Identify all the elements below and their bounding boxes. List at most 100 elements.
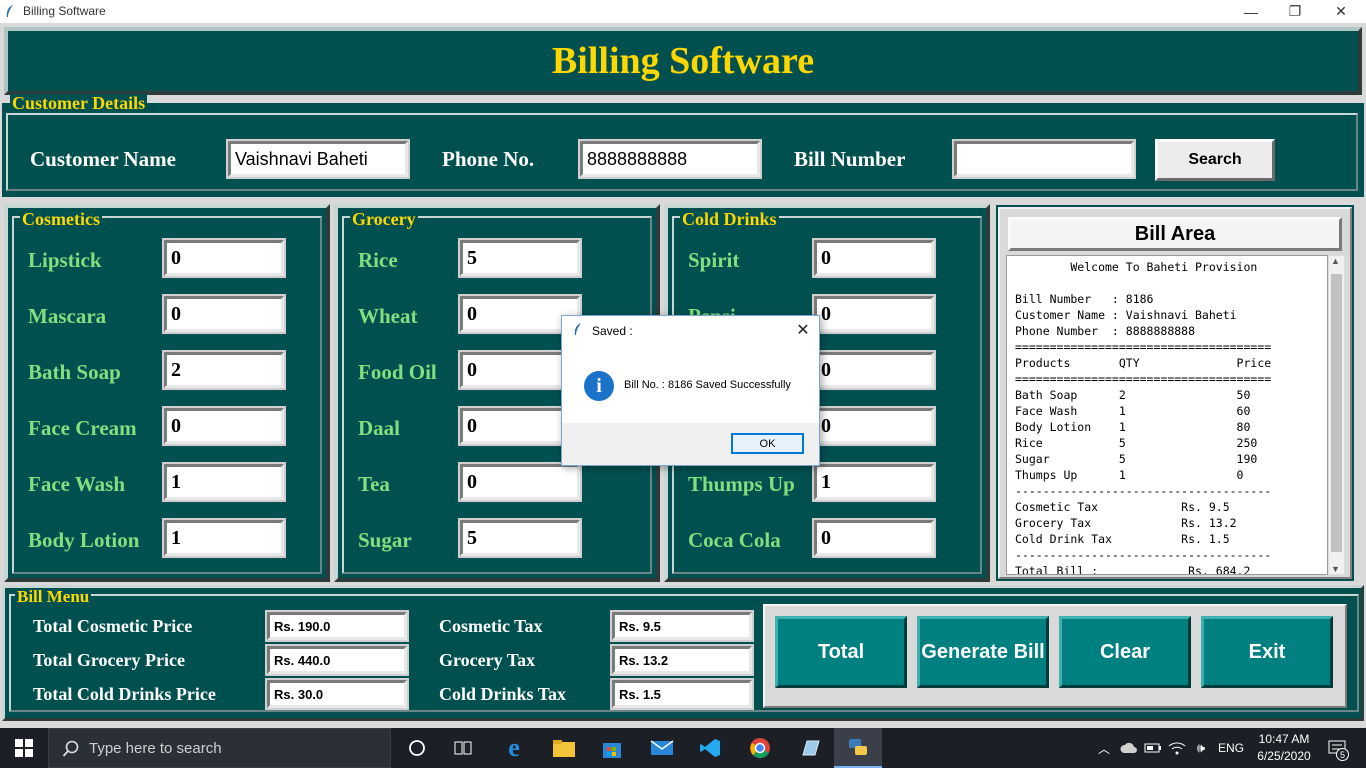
tea-qty-input[interactable]: 0 bbox=[460, 464, 580, 500]
file-explorer-icon[interactable] bbox=[540, 728, 588, 768]
thumps-up-label: Thumps Up bbox=[688, 472, 795, 496]
dialog-title: Saved : bbox=[592, 324, 633, 338]
mail-icon[interactable] bbox=[638, 728, 686, 768]
rice-qty-input[interactable]: 5 bbox=[460, 240, 580, 276]
lipstick-label: Lipstick bbox=[28, 248, 102, 272]
search-icon bbox=[62, 740, 79, 757]
close-window-button[interactable]: ✕ bbox=[1318, 0, 1364, 23]
clock-time: 10:47 AM bbox=[1258, 732, 1310, 746]
bill-buttons-panel: Total Generate Bill Clear Exit bbox=[763, 604, 1347, 708]
coca-cola-qty-input[interactable]: 0 bbox=[814, 520, 934, 556]
bill-menu-frame: Bill Menu Total Cosmetic Price Rs. 190.0… bbox=[2, 585, 1364, 721]
tray-chevron-icon[interactable]: ︿ bbox=[1094, 728, 1114, 768]
face-cream-qty-input[interactable]: 0 bbox=[164, 408, 284, 444]
bill-area-inner: Bill Area Welcome To Baheti Provision Bi… bbox=[998, 207, 1352, 579]
cold-tax-input[interactable]: Rs. 1.5 bbox=[612, 680, 752, 708]
total-cosmetic-label: Total Cosmetic Price bbox=[33, 616, 193, 636]
lipstick-qty-input[interactable]: 0 bbox=[164, 240, 284, 276]
body-lotion-label: Body Lotion bbox=[28, 528, 140, 552]
total-cosmetic-input[interactable]: Rs. 190.0 bbox=[267, 612, 407, 640]
exit-button[interactable]: Exit bbox=[1201, 616, 1333, 688]
cosmetic-tax-label: Cosmetic Tax bbox=[439, 616, 543, 636]
vscode-icon[interactable] bbox=[686, 728, 734, 768]
face-wash-qty-input[interactable]: 1 bbox=[164, 464, 284, 500]
notepad-icon[interactable] bbox=[786, 728, 834, 768]
search-placeholder: Type here to search bbox=[89, 740, 222, 757]
minimize-button[interactable]: — bbox=[1228, 0, 1274, 23]
window-titlebar: Billing Software — ❐ ✕ bbox=[0, 0, 1366, 23]
taskbar-search-box[interactable]: Type here to search bbox=[48, 728, 391, 768]
pepsi-qty-input[interactable]: 0 bbox=[814, 296, 934, 332]
bill-text-area[interactable]: Welcome To Baheti Provision Bill Number … bbox=[1006, 255, 1328, 575]
dialog-footer: OK bbox=[562, 423, 819, 465]
cold-tax-label: Cold Drinks Tax bbox=[439, 684, 567, 704]
thumps-up-qty-input[interactable]: 1 bbox=[814, 464, 934, 500]
chrome-icon[interactable] bbox=[736, 728, 784, 768]
generate-bill-button[interactable]: Generate Bill bbox=[917, 616, 1049, 688]
drink-3-qty-input[interactable]: 0 bbox=[814, 352, 934, 388]
volume-icon[interactable]: 🕪 bbox=[1190, 728, 1212, 768]
cosmetic-tax-input[interactable]: Rs. 9.5 bbox=[612, 612, 752, 640]
face-wash-label: Face Wash bbox=[28, 472, 126, 496]
customer-name-input[interactable]: Vaishnavi Baheti bbox=[228, 141, 408, 177]
notification-count-badge: 5 bbox=[1336, 748, 1349, 761]
drink-4-qty-input[interactable]: 0 bbox=[814, 408, 934, 444]
info-icon: i bbox=[584, 371, 614, 401]
bill-scrollbar[interactable]: ▲ ▼ bbox=[1328, 255, 1345, 575]
total-grocery-label: Total Grocery Price bbox=[33, 650, 185, 670]
notification-icon[interactable]: 5 bbox=[1322, 728, 1352, 768]
bill-number-input[interactable] bbox=[954, 141, 1134, 177]
store-icon[interactable] bbox=[588, 728, 636, 768]
onedrive-icon[interactable] bbox=[1118, 728, 1140, 768]
customer-details-frame: Customer Details Customer Name Vaishnavi… bbox=[2, 94, 1364, 197]
spirit-qty-input[interactable]: 0 bbox=[814, 240, 934, 276]
mascara-qty-input[interactable]: 0 bbox=[164, 296, 284, 332]
total-grocery-input[interactable]: Rs. 440.0 bbox=[267, 646, 407, 674]
python-app-icon[interactable] bbox=[834, 728, 882, 768]
coca-cola-label: Coca Cola bbox=[688, 528, 781, 552]
food-oil-label: Food Oil bbox=[358, 360, 437, 384]
bill-menu-legend: Bill Menu bbox=[15, 587, 92, 606]
total-cold-input[interactable]: Rs. 30.0 bbox=[267, 680, 407, 708]
spirit-label: Spirit bbox=[688, 248, 740, 272]
total-cold-label: Total Cold Drinks Price bbox=[33, 684, 216, 704]
battery-icon[interactable] bbox=[1142, 728, 1164, 768]
grocery-legend: Grocery bbox=[350, 209, 418, 229]
daal-label: Daal bbox=[358, 416, 400, 440]
windows-logo-icon bbox=[15, 739, 33, 757]
bill-area-panel: Bill Area Welcome To Baheti Provision Bi… bbox=[996, 205, 1354, 581]
bill-area-title: Bill Area bbox=[1008, 217, 1342, 251]
rice-label: Rice bbox=[358, 248, 398, 272]
wifi-icon[interactable] bbox=[1166, 728, 1188, 768]
task-view-icon[interactable] bbox=[440, 728, 486, 768]
restore-button[interactable]: ❐ bbox=[1272, 0, 1318, 23]
page-title: Billing Software bbox=[551, 40, 815, 82]
cortana-icon[interactable] bbox=[394, 728, 440, 768]
taskbar: Type here to search e ︿ 🕪 ENG 10:47 AM 6… bbox=[0, 728, 1366, 768]
search-button[interactable]: Search bbox=[1155, 139, 1275, 181]
ok-button[interactable]: OK bbox=[731, 433, 804, 454]
sugar-label: Sugar bbox=[358, 528, 412, 552]
bath-soap-qty-input[interactable]: 2 bbox=[164, 352, 284, 388]
body-lotion-qty-input[interactable]: 1 bbox=[164, 520, 284, 556]
customer-name-label: Customer Name bbox=[30, 147, 176, 171]
clock[interactable]: 10:47 AM 6/25/2020 bbox=[1254, 731, 1314, 765]
scroll-down-icon[interactable]: ▼ bbox=[1331, 564, 1340, 574]
bath-soap-label: Bath Soap bbox=[28, 360, 121, 384]
phone-label: Phone No. bbox=[442, 147, 535, 171]
edge-icon[interactable]: e bbox=[490, 728, 538, 768]
grocery-tax-input[interactable]: Rs. 13.2 bbox=[612, 646, 752, 674]
language-indicator[interactable]: ENG bbox=[1214, 728, 1248, 768]
scroll-up-icon[interactable]: ▲ bbox=[1331, 256, 1340, 266]
start-button[interactable] bbox=[0, 728, 48, 768]
bill-number-label: Bill Number bbox=[794, 147, 906, 171]
saved-dialog: Saved : ✕ i Bill No. : 8186 Saved Succes… bbox=[561, 315, 820, 466]
mascara-label: Mascara bbox=[28, 304, 107, 328]
sugar-qty-input[interactable]: 5 bbox=[460, 520, 580, 556]
phone-input[interactable]: 8888888888 bbox=[580, 141, 760, 177]
total-button[interactable]: Total bbox=[775, 616, 907, 688]
scroll-thumb[interactable] bbox=[1331, 274, 1342, 552]
clear-button[interactable]: Clear bbox=[1059, 616, 1191, 688]
dialog-close-icon[interactable]: ✕ bbox=[793, 320, 813, 340]
cold-drinks-legend: Cold Drinks bbox=[680, 209, 779, 229]
